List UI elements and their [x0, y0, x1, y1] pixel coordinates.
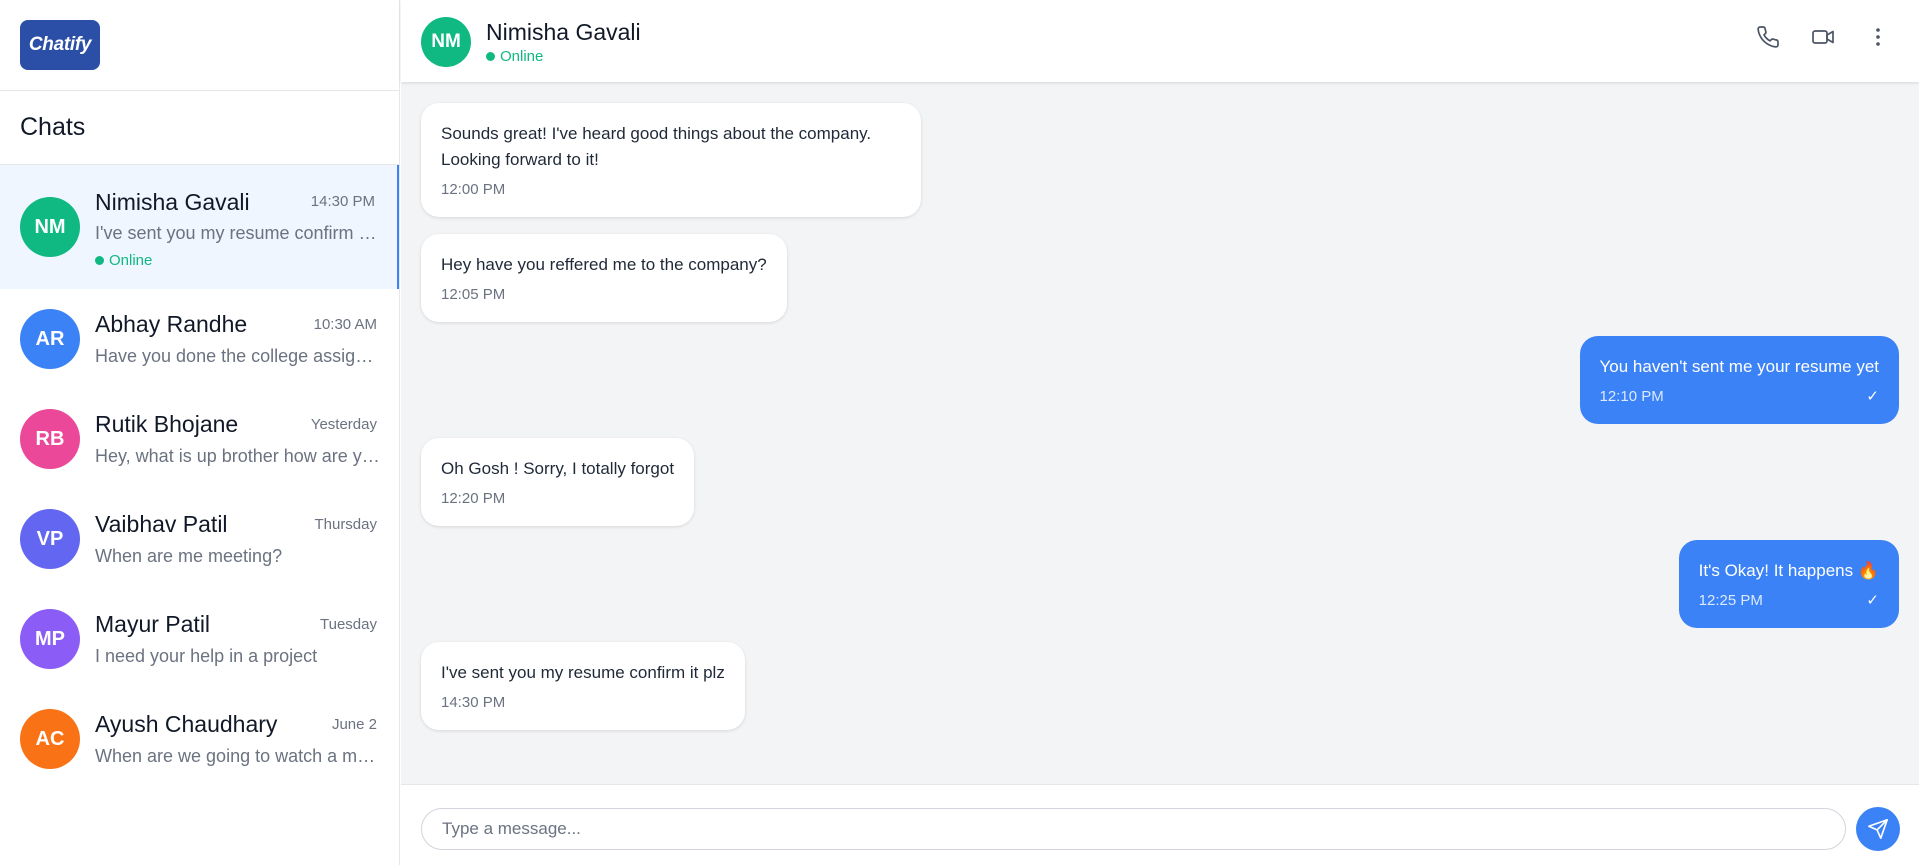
message-time-label: 12:00 PM	[441, 181, 506, 198]
message-bubble-outgoing: You haven't sent me your resume yet 12:1…	[1579, 336, 1899, 424]
phone-call-button[interactable]	[1753, 22, 1783, 52]
chat-item-preview: Have you done the college assignment?	[95, 346, 380, 366]
chat-item-name: Vaibhav Patil	[95, 511, 228, 537]
chat-item-name: Mayur Patil	[95, 611, 211, 637]
message-time: 12:25 PM ✓	[1699, 588, 1879, 614]
chat-item-preview: I need your help in a project	[95, 646, 318, 666]
message-time: 12:20 PM	[441, 486, 674, 512]
message-bubble-outgoing: It's Okay! It happens 🔥 12:25 PM ✓	[1678, 540, 1899, 628]
sidebar: Chatify Chats NM Nimisha Gavali 14:30 PM…	[0, 0, 400, 865]
message-text: You haven't sent me your resume yet	[1599, 357, 1880, 376]
chat-item-ayush-chaudhary[interactable]: AC Ayush Chaudhary June 2 When are we go…	[0, 689, 399, 789]
message-time-label: 12:05 PM	[441, 286, 506, 303]
message-time-label: 12:10 PM	[1599, 388, 1664, 405]
chat-header: NM Nimisha Gavali Online	[401, 0, 1919, 82]
video-icon	[1812, 30, 1834, 44]
send-button[interactable]	[1856, 807, 1900, 851]
online-status: Online	[95, 252, 152, 269]
online-status-label: Online	[109, 252, 153, 269]
message-time-label: 12:25 PM	[1698, 592, 1763, 609]
chat-item-rutik-bhojane[interactable]: RB Rutik Bhojane Yesterday Hey, what is …	[0, 389, 399, 489]
chat-item-time: 14:30 PM	[310, 193, 375, 210]
chat-item-preview: When are we going to watch a movie?	[95, 746, 380, 766]
chats-heading: Chats	[0, 91, 399, 165]
contact-name: Nimisha Gavali	[486, 19, 641, 45]
message-text: I've sent you my resume confirm it plz	[441, 663, 725, 682]
message-text: It's Okay! It happens 🔥	[1698, 561, 1879, 580]
chat-item-name: Ayush Chaudhary	[95, 711, 278, 737]
message-list: Sounds great! I've heard good things abo…	[401, 82, 1919, 782]
video-call-button[interactable]	[1808, 22, 1838, 52]
message-time-label: 14:30 PM	[441, 694, 506, 711]
avatar: AC	[20, 709, 80, 769]
chat-item-time: June 2	[331, 716, 377, 733]
message-time: 12:05 PM	[441, 282, 767, 308]
message-time: 12:00 PM	[441, 177, 901, 203]
app-logo[interactable]: Chatify	[20, 20, 100, 70]
more-options-button[interactable]	[1863, 22, 1893, 52]
chat-item-time: Thursday	[314, 516, 377, 533]
chat-item-preview: I've sent you my resume confirm it plz	[95, 223, 380, 243]
chat-item-time: Tuesday	[320, 616, 377, 633]
online-dot-icon	[95, 256, 104, 265]
avatar: VP	[20, 509, 80, 569]
message-input[interactable]	[421, 808, 1846, 850]
avatar: AR	[20, 309, 80, 369]
chat-panel: NM Nimisha Gavali Online Sounds great! I…	[401, 0, 1919, 865]
send-icon	[1868, 819, 1888, 839]
chat-item-name: Rutik Bhojane	[95, 411, 239, 437]
avatar: NM	[20, 197, 80, 257]
avatar: RB	[20, 409, 80, 469]
message-text: Sounds great! I've heard good things abo…	[441, 124, 872, 143]
chat-item-vaibhav-patil[interactable]: VP Vaibhav Patil Thursday When are me me…	[0, 489, 399, 589]
message-time: 12:10 PM ✓	[1600, 384, 1880, 410]
chat-item-name: Nimisha Gavali	[95, 189, 250, 215]
phone-icon	[1757, 26, 1779, 48]
read-check-icon: ✓	[1866, 592, 1879, 609]
chat-item-preview: Hey, what is up brother how are you doin…	[95, 446, 380, 466]
brand-bar: Chatify	[0, 0, 399, 91]
chat-list: NM Nimisha Gavali 14:30 PM I've sent you…	[0, 165, 399, 789]
online-status-label: Online	[500, 48, 544, 65]
chat-item-name: Abhay Randhe	[95, 311, 248, 337]
chat-item-nimisha-gavali[interactable]: NM Nimisha Gavali 14:30 PM I've sent you…	[0, 165, 399, 289]
read-check-icon: ✓	[1866, 388, 1879, 405]
avatar: MP	[20, 609, 80, 669]
more-vertical-icon	[1876, 28, 1880, 46]
chat-item-time: Yesterday	[310, 416, 377, 433]
message-text: Hey have you reffered me to the company?	[441, 255, 767, 274]
message-bubble-incoming: I've sent you my resume confirm it plz 1…	[421, 642, 745, 730]
message-bubble-incoming: Oh Gosh ! Sorry, I totally forgot 12:20 …	[421, 438, 695, 526]
message-bubble-incoming: Sounds great! I've heard good things abo…	[421, 103, 921, 217]
chat-item-preview: When are me meeting?	[95, 546, 283, 566]
online-dot-icon	[486, 52, 495, 61]
message-text: Looking forward to it!	[441, 150, 599, 169]
message-time-label: 12:20 PM	[441, 490, 506, 507]
chat-item-abhay-randhe[interactable]: AR Abhay Randhe 10:30 AM Have you done t…	[0, 289, 399, 389]
message-time: 14:30 PM	[441, 690, 725, 716]
message-composer	[401, 784, 1919, 865]
chat-item-mayur-patil[interactable]: MP Mayur Patil Tuesday I need your help …	[0, 589, 399, 689]
message-bubble-incoming: Hey have you reffered me to the company?…	[421, 234, 787, 322]
online-status: Online	[486, 48, 543, 65]
avatar[interactable]: NM	[421, 17, 471, 67]
message-text: Oh Gosh ! Sorry, I totally forgot	[441, 459, 675, 478]
chat-item-time: 10:30 AM	[313, 316, 377, 333]
